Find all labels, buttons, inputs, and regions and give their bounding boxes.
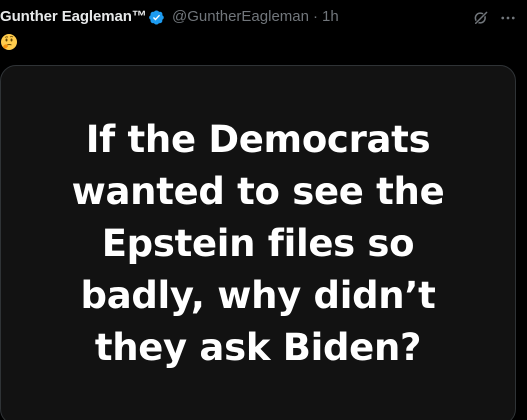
tweet-timestamp[interactable]: 1h [322,8,339,26]
thinking-face-icon [1,34,17,50]
image-text-line: they ask Biden? [94,326,422,369]
tweet-header: Gunther Eagleman™ @GuntherEagleman · 1h [0,0,527,34]
more-options-icon[interactable] [499,9,517,27]
image-text-line: If the Democrats [85,118,431,161]
author-display-name[interactable]: Gunther Eagleman™ [0,8,147,26]
image-text: If the Democrats wanted to see the Epste… [1,114,515,374]
tweet-image[interactable]: If the Democrats wanted to see the Epste… [0,65,516,420]
tweet[interactable]: Gunther Eagleman™ @GuntherEagleman · 1h [0,0,527,420]
image-text-line: badly, why didn’t [80,274,436,317]
verified-badge-icon[interactable] [148,9,165,26]
tweet-meta: @GuntherEagleman · 1h [172,8,339,26]
image-text-line: wanted to see the [71,170,445,213]
image-text-line: Epstein files so [101,222,415,265]
meta-separator: · [312,8,318,25]
grok-icon[interactable] [472,9,490,27]
author-handle[interactable]: @GuntherEagleman [172,8,309,26]
